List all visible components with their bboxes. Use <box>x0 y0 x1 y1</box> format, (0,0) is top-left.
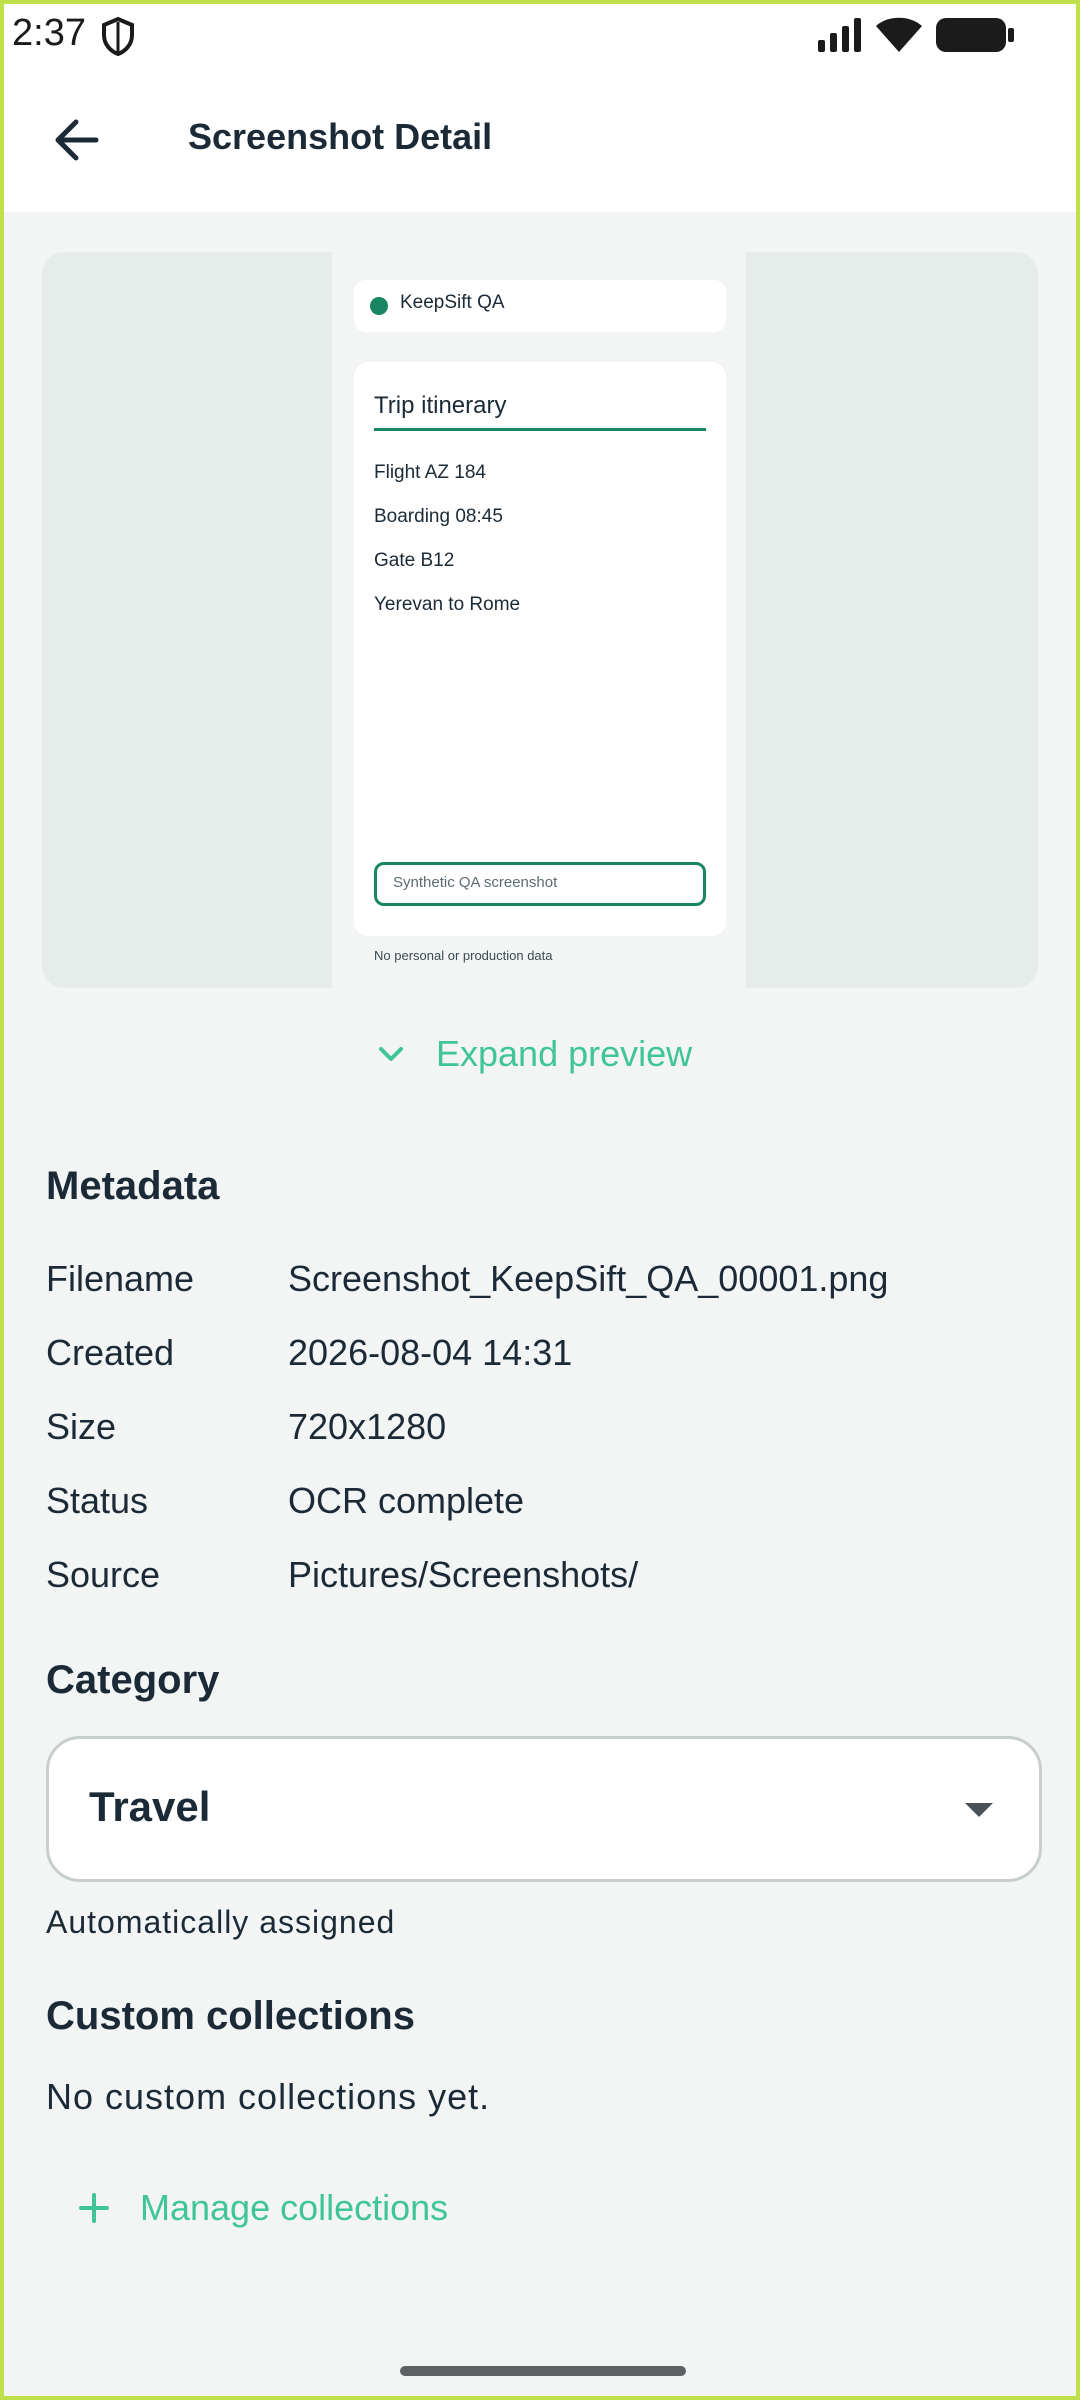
shield-icon <box>102 16 134 56</box>
dropdown-arrow-icon <box>965 1803 993 1817</box>
screenshot-preview[interactable]: KeepSift QA Trip itinerary Flight AZ 184… <box>42 252 1038 988</box>
chevron-down-icon <box>379 1047 403 1061</box>
metadata-key: Filename <box>46 1258 195 1299</box>
preview-input: Synthetic QA screenshot <box>374 862 706 906</box>
back-arrow-icon[interactable] <box>48 110 108 170</box>
collections-heading: Custom collections <box>46 1994 415 2038</box>
metadata-value: Screenshot_KeepSift_QA_00001.png <box>288 1258 889 1299</box>
status-dot-icon <box>370 297 388 315</box>
metadata-heading: Metadata <box>46 1164 220 1208</box>
metadata-key: Size <box>46 1406 117 1447</box>
preview-line: Flight AZ 184 <box>374 462 486 483</box>
plus-icon <box>79 2193 109 2223</box>
metadata-value: 720x1280 <box>288 1406 447 1447</box>
metadata-value: 2026-08-04 14:31 <box>288 1332 573 1373</box>
battery-icon <box>936 18 1014 52</box>
expand-preview-button[interactable]: Expand preview <box>376 1026 692 1082</box>
manage-collections-label: Manage collections <box>140 2187 449 2228</box>
status-bar: 2:37 <box>4 4 1076 68</box>
manage-collections-button[interactable]: Manage collections <box>78 2180 448 2236</box>
category-heading: Category <box>46 1658 220 1702</box>
preview-divider <box>374 428 706 431</box>
home-indicator[interactable] <box>400 2366 686 2376</box>
app-bar: Screenshot Detail <box>4 68 1076 212</box>
preview-line: Boarding 08:45 <box>374 506 503 527</box>
page-title: Screenshot Detail <box>188 116 493 157</box>
preview-line: Yerevan to Rome <box>374 594 521 615</box>
metadata-value: Pictures/Screenshots/ <box>288 1554 639 1595</box>
category-helper-text: Automatically assigned <box>46 1904 396 1940</box>
collections-empty-text: No custom collections yet. <box>46 2076 491 2117</box>
signal-icon <box>818 18 861 52</box>
preview-brand: KeepSift QA <box>400 292 505 313</box>
preview-card-title: Trip itinerary <box>374 392 507 419</box>
preview-image: KeepSift QA Trip itinerary Flight AZ 184… <box>332 252 746 988</box>
metadata-key: Source <box>46 1554 161 1595</box>
preview-card: Trip itinerary Flight AZ 184 Boarding 08… <box>354 362 726 936</box>
category-dropdown[interactable]: Travel <box>46 1736 1042 1882</box>
metadata-key: Status <box>46 1480 149 1521</box>
expand-preview-label: Expand preview <box>436 1033 693 1074</box>
metadata-value: OCR complete <box>288 1480 525 1521</box>
wifi-icon <box>876 17 922 52</box>
preview-footer: No personal or production data <box>374 948 553 963</box>
status-time: 2:37 <box>12 12 86 54</box>
preview-line: Gate B12 <box>374 550 455 571</box>
preview-header: KeepSift QA <box>354 280 726 332</box>
category-selected-value: Travel <box>89 1783 211 1830</box>
metadata-key: Created <box>46 1332 175 1373</box>
screen: 2:37 Screenshot Detail KeepSift QA Trip … <box>0 0 1080 2400</box>
